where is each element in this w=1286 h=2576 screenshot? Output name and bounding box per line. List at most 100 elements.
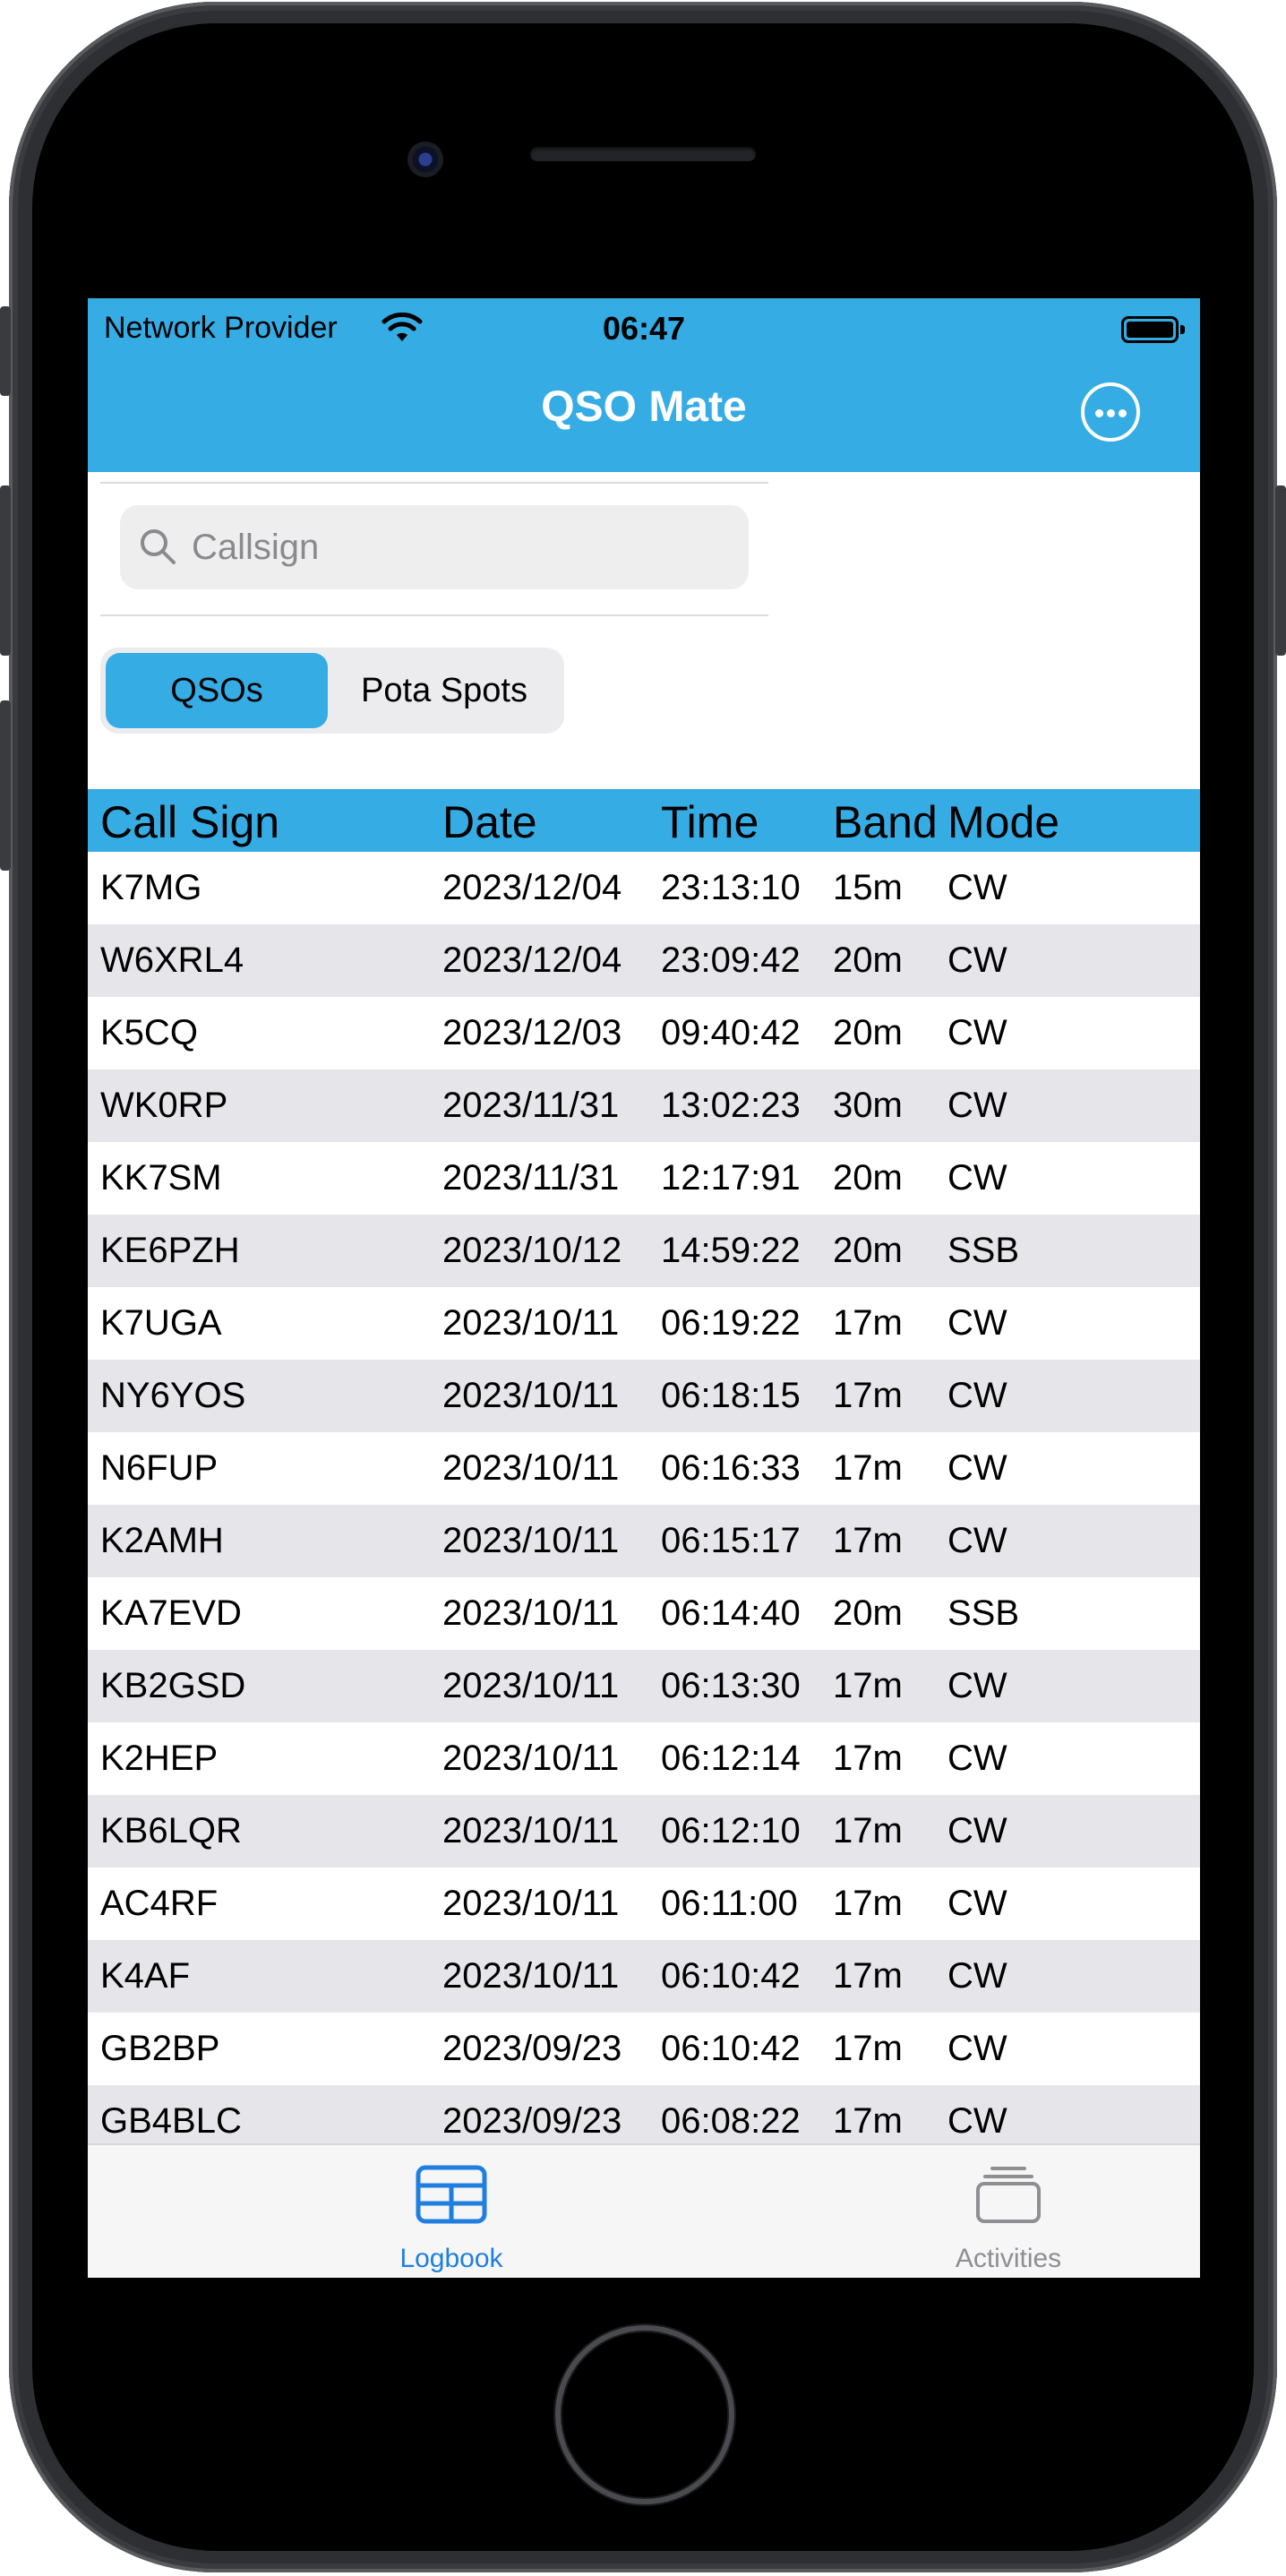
table-row[interactable]: KB2GSD 2023/10/11 06:13:30 17m CW	[88, 1650, 1200, 1722]
tab-activities[interactable]: Activities	[883, 2145, 1134, 2278]
search-top-divider	[100, 482, 768, 484]
row-call-sign: K7MG	[100, 868, 202, 907]
column-header-band[interactable]: Band	[833, 796, 938, 848]
search-input[interactable]	[192, 521, 729, 573]
row-band: 20m	[833, 1013, 903, 1052]
row-mode: CW	[947, 1521, 1007, 1560]
row-date: 2023/10/11	[442, 1376, 620, 1415]
row-band: 17m	[833, 1884, 903, 1923]
ellipsis-dot	[1107, 409, 1115, 417]
row-mode: SSB	[947, 1231, 1020, 1270]
row-time: 06:15:17	[661, 1521, 801, 1560]
table-row[interactable]: KK7SM 2023/11/31 12:17:91 20m CW	[88, 1142, 1200, 1215]
row-date: 2023/12/04	[442, 868, 622, 907]
row-time: 06:10:42	[661, 2029, 801, 2068]
tab-activities-label: Activities	[955, 2244, 1062, 2273]
row-call-sign: K2AMH	[100, 1521, 224, 1560]
row-mode: CW	[947, 868, 1007, 907]
row-call-sign: AC4RF	[100, 1884, 219, 1923]
segment-qsos[interactable]: QSOs	[106, 653, 328, 728]
search-bar[interactable]	[120, 505, 749, 589]
row-time: 06:19:22	[661, 1303, 801, 1343]
row-time: 06:14:40	[661, 1593, 801, 1633]
status-bar: Network Provider 06:47	[88, 298, 1200, 356]
home-button[interactable]	[555, 2325, 734, 2504]
row-time: 06:12:14	[661, 1739, 801, 1778]
row-time: 06:10:42	[661, 1956, 801, 1996]
app-title: QSO Mate	[541, 383, 747, 431]
segment-pota-spots[interactable]: Pota Spots	[330, 653, 559, 728]
tab-logbook-label: Logbook	[399, 2244, 503, 2273]
table-row[interactable]: KE6PZH 2023/10/12 14:59:22 20m SSB	[88, 1215, 1200, 1287]
table-row[interactable]: AC4RF 2023/10/11 06:11:00 17m CW	[88, 1868, 1200, 1940]
row-mode: CW	[947, 1303, 1007, 1343]
column-header-date[interactable]: Date	[442, 796, 537, 848]
table-row[interactable]: K7MG 2023/12/04 23:13:10 15m CW	[88, 852, 1200, 924]
row-time: 06:16:33	[661, 1448, 801, 1488]
row-date: 2023/10/11	[442, 1666, 620, 1705]
row-mode: CW	[947, 940, 1007, 980]
row-date: 2023/10/11	[442, 1811, 620, 1850]
more-options-button[interactable]	[1081, 382, 1140, 442]
row-band: 17m	[833, 1521, 903, 1560]
stack-icon	[976, 2167, 1041, 2223]
row-date: 2023/10/11	[442, 1956, 620, 1996]
row-time: 06:08:22	[661, 2101, 801, 2141]
row-mode: CW	[947, 1448, 1007, 1488]
table-row[interactable]: KB6LQR 2023/10/11 06:12:10 17m CW	[88, 1795, 1200, 1868]
row-date: 2023/11/31	[442, 1158, 620, 1198]
row-call-sign: KE6PZH	[100, 1231, 240, 1270]
row-time: 06:13:30	[661, 1666, 801, 1705]
column-header-time[interactable]: Time	[661, 796, 759, 848]
table-row[interactable]: K4AF 2023/10/11 06:10:42 17m CW	[88, 1940, 1200, 2013]
row-band: 17m	[833, 1303, 903, 1343]
row-band: 17m	[833, 1811, 903, 1850]
table-row[interactable]: WK0RP 2023/11/31 13:02:23 30m CW	[88, 1069, 1200, 1142]
search-icon	[141, 529, 176, 564]
row-call-sign: W6XRL4	[100, 940, 244, 980]
row-band: 20m	[833, 1593, 903, 1633]
row-date: 2023/10/11	[442, 1521, 620, 1560]
table-row[interactable]: NY6YOS 2023/10/11 06:18:15 17m CW	[88, 1360, 1200, 1432]
row-time: 09:40:42	[661, 1013, 801, 1052]
ellipsis-dot	[1119, 409, 1127, 417]
row-time: 06:11:00	[661, 1884, 798, 1923]
table-row[interactable]: N6FUP 2023/10/11 06:16:33 17m CW	[88, 1432, 1200, 1505]
column-header-call-sign[interactable]: Call Sign	[100, 796, 279, 848]
row-date: 2023/09/23	[442, 2101, 622, 2141]
power-button	[1275, 485, 1286, 656]
column-header-mode[interactable]: Mode	[947, 796, 1059, 848]
table-row[interactable]: K5CQ 2023/12/03 09:40:42 20m CW	[88, 997, 1200, 1069]
row-mode: CW	[947, 1739, 1007, 1778]
row-date: 2023/11/31	[442, 1086, 620, 1125]
row-band: 20m	[833, 1231, 903, 1270]
row-time: 23:09:42	[661, 940, 801, 980]
tab-logbook[interactable]: Logbook	[326, 2145, 577, 2278]
row-call-sign: K7UGA	[100, 1303, 222, 1343]
battery-icon	[1121, 316, 1185, 343]
ellipsis-circle-icon	[1095, 409, 1103, 417]
table-row[interactable]: K2HEP 2023/10/11 06:12:14 17m CW	[88, 1722, 1200, 1795]
table-row[interactable]: K7UGA 2023/10/11 06:19:22 17m CW	[88, 1287, 1200, 1360]
row-mode: CW	[947, 1013, 1007, 1052]
row-band: 20m	[833, 1158, 903, 1198]
row-mode: CW	[947, 1666, 1007, 1705]
row-mode: SSB	[947, 1593, 1020, 1633]
table-icon	[416, 2165, 487, 2224]
row-call-sign: KA7EVD	[100, 1593, 242, 1633]
row-call-sign: GB2BP	[100, 2029, 220, 2068]
table-row[interactable]: GB2BP 2023/09/23 06:10:42 17m CW	[88, 2013, 1200, 2085]
table-header: Call Sign Date Time Band Mode	[88, 789, 1200, 852]
table-row[interactable]: KA7EVD 2023/10/11 06:14:40 20m SSB	[88, 1577, 1200, 1650]
row-call-sign: K2HEP	[100, 1739, 219, 1778]
row-time: 13:02:23	[661, 1086, 801, 1125]
table-row[interactable]: W6XRL4 2023/12/04 23:09:42 20m CW	[88, 924, 1200, 997]
row-band: 30m	[833, 1086, 903, 1125]
table-row[interactable]: K2AMH 2023/10/11 06:15:17 17m CW	[88, 1505, 1200, 1577]
row-date: 2023/10/11	[442, 1448, 620, 1488]
row-call-sign: K5CQ	[100, 1013, 198, 1052]
app-screen: Network Provider 06:47 QSO Mate QSOs Pot…	[88, 298, 1200, 2278]
row-time: 14:59:22	[661, 1231, 801, 1270]
row-band: 20m	[833, 940, 903, 980]
row-mode: CW	[947, 1884, 1007, 1923]
